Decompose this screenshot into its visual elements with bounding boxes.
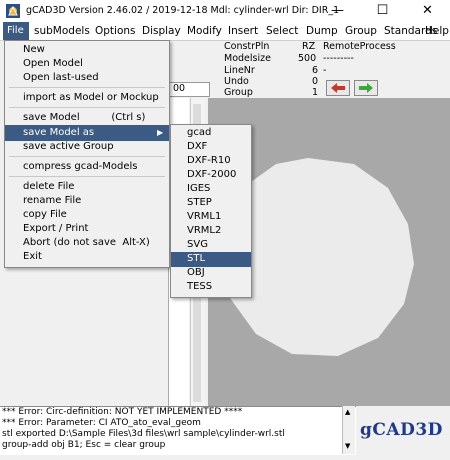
menu-separator bbox=[9, 87, 165, 88]
submenu-highlight bbox=[171, 252, 251, 267]
menu-file[interactable]: File bbox=[3, 22, 29, 40]
status-linenr-label: LineNr bbox=[224, 65, 255, 76]
menu-item-save-model-as[interactable]: save Model as bbox=[23, 127, 94, 138]
submenu-item-iges[interactable]: IGES bbox=[187, 183, 210, 194]
submenu-item-svg[interactable]: SVG bbox=[187, 239, 208, 250]
submenu-item-stl[interactable]: STL bbox=[187, 253, 205, 264]
minimize-button[interactable]: — bbox=[315, 0, 360, 22]
submenu-item-step[interactable]: STEP bbox=[187, 197, 212, 208]
message-line: *** Error: Circ-definition: NOT YET IMPL… bbox=[2, 407, 243, 417]
menu-modify[interactable]: Modify bbox=[187, 25, 222, 37]
message-line: group-add obj B1; Esc = clear group bbox=[2, 440, 166, 450]
menu-group[interactable]: Group bbox=[345, 25, 377, 37]
scroll-up-icon[interactable]: ▲ bbox=[345, 408, 350, 416]
menu-item-delete-file[interactable]: delete File bbox=[23, 181, 74, 192]
menu-display[interactable]: Display bbox=[142, 25, 181, 37]
menu-item-open-model[interactable]: Open Model bbox=[23, 58, 83, 69]
menu-item-import[interactable]: import as Model or Mockup bbox=[23, 92, 159, 103]
submenu-item-dxf[interactable]: DXF bbox=[187, 141, 207, 152]
menu-separator bbox=[9, 107, 165, 108]
menu-item-copy-file[interactable]: copy File bbox=[23, 209, 67, 220]
submenu-item-dxf-r10[interactable]: DXF-R10 bbox=[187, 155, 231, 166]
status-undo-value: 0 bbox=[312, 76, 319, 87]
menu-separator bbox=[9, 176, 165, 177]
submenu-arrow-icon: ▶ bbox=[157, 128, 164, 137]
message-scrollbar[interactable]: ▲ ▼ bbox=[342, 406, 355, 454]
arrow-right-icon bbox=[359, 83, 373, 93]
submenu-item-obj[interactable]: OBJ bbox=[187, 267, 205, 278]
status-linenr-value: 6 bbox=[312, 65, 319, 76]
status-undo-label: Undo bbox=[224, 76, 249, 87]
menu-item-compress[interactable]: compress gcad-Models bbox=[23, 161, 138, 172]
status-modelsize-label: Modelsize bbox=[224, 53, 271, 64]
menu-item-save-active-group[interactable]: save active Group bbox=[23, 141, 114, 152]
submenu-item-tess[interactable]: TESS bbox=[187, 281, 212, 292]
status-linenr-extra: - bbox=[323, 65, 327, 76]
status-group-value: 1 bbox=[312, 87, 319, 98]
arrow-left-icon bbox=[331, 83, 345, 93]
title-bar: gCAD3D Version 2.46.02 / 2019-12-18 Mdl:… bbox=[0, 0, 450, 22]
status-remote-process: RemoteProcess bbox=[323, 41, 396, 52]
scroll-down-icon[interactable]: ▼ bbox=[345, 442, 350, 450]
status-modelsize-value: 500 bbox=[298, 53, 317, 64]
submenu-item-gcad[interactable]: gcad bbox=[187, 127, 211, 138]
menu-dump[interactable]: Dump bbox=[306, 25, 338, 37]
message-area: *** Error: Circ-definition: NOT YET IMPL… bbox=[0, 406, 356, 455]
menu-insert[interactable]: Insert bbox=[228, 25, 258, 37]
menu-item-open-last-used[interactable]: Open last-used bbox=[23, 72, 99, 83]
submenu-item-vrml1[interactable]: VRML1 bbox=[187, 211, 221, 222]
menu-bar: File subModels Options Display Modify In… bbox=[0, 22, 450, 41]
save-as-submenu: gcad DXF DXF-R10 DXF-2000 IGES STEP VRML… bbox=[170, 124, 252, 298]
submenu-item-vrml2[interactable]: VRML2 bbox=[187, 225, 221, 236]
back-button[interactable] bbox=[326, 80, 350, 96]
menu-options[interactable]: Options bbox=[95, 25, 136, 37]
menu-item-abort[interactable]: Abort (do not save Alt-X) bbox=[23, 237, 150, 248]
status-constrpln-label: ConstrPln bbox=[224, 41, 270, 52]
menu-help[interactable]: Help bbox=[425, 25, 449, 37]
forward-button[interactable] bbox=[354, 80, 378, 96]
menu-item-export-print[interactable]: Export / Print bbox=[23, 223, 88, 234]
menu-item-rename-file[interactable]: rename File bbox=[23, 195, 81, 206]
status-constrpln-value: RZ bbox=[302, 41, 316, 52]
menu-select[interactable]: Select bbox=[266, 25, 298, 37]
window-title: gCAD3D Version 2.46.02 / 2019-12-18 Mdl:… bbox=[26, 5, 340, 16]
menu-item-new[interactable]: New bbox=[23, 44, 45, 55]
message-line: *** Error: Parameter: CI ATO_ato_eval_ge… bbox=[2, 418, 201, 428]
app-logo: gCAD3D bbox=[360, 420, 443, 440]
menu-item-save-model[interactable]: save Model (Ctrl s) bbox=[23, 112, 145, 123]
menu-item-exit[interactable]: Exit bbox=[23, 251, 42, 262]
menu-submodels[interactable]: subModels bbox=[34, 25, 90, 37]
status-group-label: Group bbox=[224, 87, 253, 98]
status-modelsize-extra: --------- bbox=[323, 53, 354, 64]
maximize-button[interactable]: ☐ bbox=[360, 0, 405, 22]
menu-separator bbox=[9, 156, 165, 157]
submenu-item-dxf-2000[interactable]: DXF-2000 bbox=[187, 169, 236, 180]
message-line: stl exported D:\Sample Files\3d files\wr… bbox=[2, 429, 285, 439]
app-icon bbox=[6, 4, 20, 18]
file-menu: New Open Model Open last-used import as … bbox=[4, 40, 170, 268]
close-button[interactable]: ✕ bbox=[405, 0, 450, 22]
